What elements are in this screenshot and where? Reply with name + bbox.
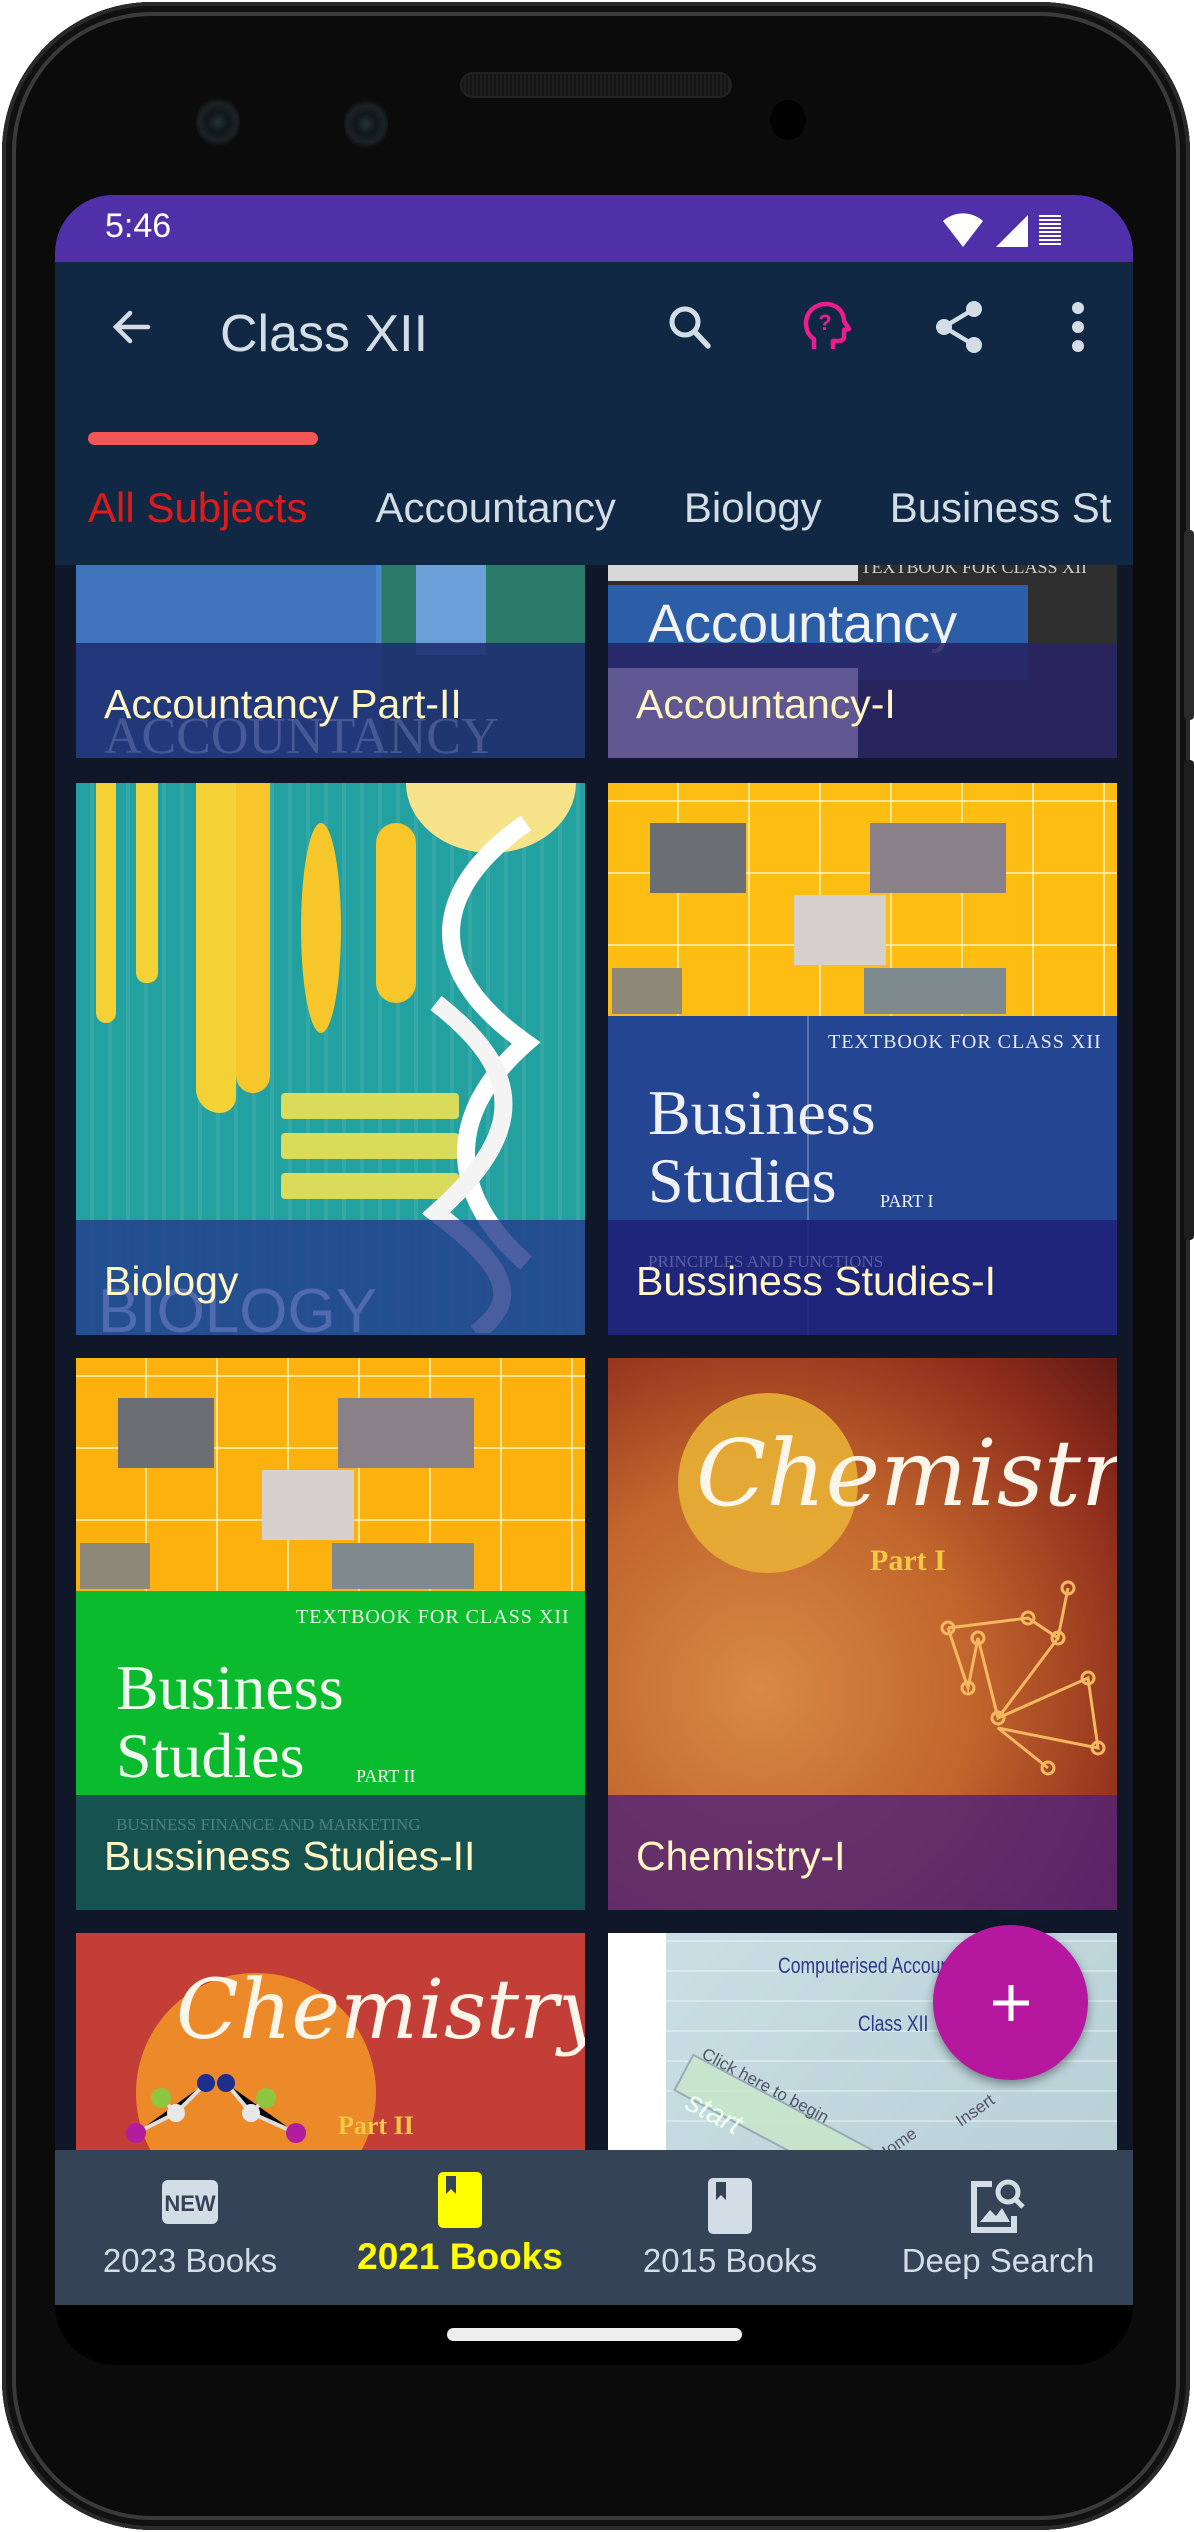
book-title: Accountancy Part-II	[104, 681, 462, 727]
cover-part: Part II	[338, 2111, 414, 2140]
front-camera-icon	[196, 96, 240, 148]
tab-business-studies[interactable]: Business St	[890, 484, 1112, 532]
cover-class: Class XII	[858, 2011, 929, 2036]
search-icon	[669, 306, 711, 349]
book-title: Bussiness Studies-I	[636, 1258, 997, 1304]
book-card[interactable]: Chemistry Part II	[76, 1933, 585, 2150]
book-icon	[438, 2172, 482, 2233]
cover-part: PART II	[356, 1766, 416, 1786]
cover-part: Part I	[870, 1544, 946, 1577]
nav-label: Deep Search	[901, 2242, 1095, 2279]
cover-header: TEXTBOOK FOR CLASS XII	[860, 565, 1087, 577]
plus-icon	[992, 1984, 1029, 2021]
add-fab-button[interactable]	[933, 1925, 1088, 2080]
cover-photo	[612, 968, 682, 1014]
cover-photo	[794, 895, 886, 965]
more-vert-icon	[1072, 302, 1084, 352]
svg-text:?: ?	[818, 310, 831, 335]
search-button[interactable]	[655, 292, 725, 362]
tab-biology[interactable]: Biology	[684, 484, 822, 532]
cover-part: PART I	[880, 1191, 934, 1211]
cover-photo	[262, 1470, 354, 1540]
subject-tabs: All Subjects Accountancy Biology Busines…	[88, 484, 1133, 532]
tab-indicator	[88, 432, 318, 445]
book-title: Chemistry-I	[636, 1833, 846, 1879]
status-time: 5:46	[105, 207, 172, 245]
screen: 5:46 Class XII ? All Subjects Accountanc…	[55, 195, 1133, 2365]
book-title: Accountancy-I	[636, 681, 896, 727]
app-bar: Class XII ? All Subjects Accountancy Bio…	[55, 262, 1133, 565]
power-button	[1184, 530, 1194, 720]
front-camera-icon	[344, 98, 388, 150]
cover-photo	[338, 1398, 474, 1468]
tab-accountancy[interactable]: Accountancy	[375, 484, 615, 532]
cover-photo	[650, 823, 746, 893]
home-indicator[interactable]	[447, 2328, 742, 2341]
new-badge-icon: NEW	[162, 2180, 218, 2229]
page-title: Class XII	[220, 305, 429, 363]
nav-label: 2021 Books	[357, 2236, 563, 2277]
cover-header: TEXTBOOK FOR CLASS XII	[296, 1606, 570, 1628]
nav-item-2023-books[interactable]: NEW 2023 Books	[55, 2150, 325, 2305]
cover-photo	[864, 968, 1006, 1014]
battery-icon	[1039, 215, 1061, 245]
proximity-sensor	[770, 100, 806, 140]
share-icon	[936, 301, 982, 353]
book-title: Bussiness Studies-II	[104, 1833, 476, 1879]
wifi-icon	[943, 213, 983, 247]
volume-button	[1184, 760, 1194, 1240]
nav-item-2015-books[interactable]: 2015 Books	[595, 2150, 865, 2305]
molecule-diagram-icon	[940, 1580, 1106, 1776]
image-search-icon	[970, 2176, 1026, 2239]
bottom-navigation: NEW 2023 Books 2021 Books 2015 Books Dee…	[55, 2150, 1133, 2305]
status-bar: 5:46	[55, 195, 1133, 262]
book-card[interactable]: TEXTBOOK FOR CLASS XII Business Studies …	[608, 783, 1117, 1335]
tab-all-subjects[interactable]: All Subjects	[88, 484, 307, 532]
book-icon	[708, 2178, 752, 2239]
help-head-icon: ?	[803, 301, 852, 349]
cover-photo	[118, 1398, 214, 1468]
help-button[interactable]: ?	[791, 292, 861, 362]
cover-photo	[332, 1543, 474, 1589]
nav-label: 2023 Books	[102, 2242, 278, 2279]
cover-title: Chemistry	[176, 1963, 585, 2058]
svg-text:NEW: NEW	[164, 2191, 216, 2216]
cover-photo	[80, 1543, 150, 1589]
more-options-button[interactable]	[1043, 292, 1113, 362]
book-card[interactable]: ACCOUNTANCY Accountancy Part-II	[76, 565, 585, 758]
book-grid: ACCOUNTANCY Accountancy Part-II TEXTBOOK…	[55, 565, 1133, 2150]
nav-item-2021-books[interactable]: 2021 Books	[325, 2150, 595, 2305]
nav-label: 2015 Books	[642, 2242, 818, 2279]
book-card[interactable]: TEXTBOOK FOR CLASS XII Business Studies …	[76, 1358, 585, 1910]
book-title: Biology	[104, 1258, 239, 1304]
earpiece-speaker	[460, 72, 732, 98]
molecule-diagram-icon	[126, 2074, 306, 2143]
book-card[interactable]: Chemistry Part I Chemistry-I	[608, 1358, 1117, 1910]
cover-photo	[870, 823, 1006, 893]
cover-title: Chemistry	[696, 1420, 1117, 1527]
back-arrow-icon	[112, 310, 151, 344]
book-card[interactable]: BIOLOGY Biology	[76, 783, 585, 1335]
book-card[interactable]: TEXTBOOK FOR CLASS XII Accountancy Accou…	[608, 565, 1117, 758]
nav-item-deep-search[interactable]: Deep Search	[863, 2150, 1133, 2305]
cover-header: TEXTBOOK FOR CLASS XII	[828, 1031, 1102, 1053]
share-button[interactable]	[925, 292, 995, 362]
cover-subtitle: BUSINESS FINANCE AND MARKETING	[116, 1815, 421, 1834]
signal-icon	[996, 215, 1028, 247]
back-button[interactable]	[97, 292, 167, 362]
